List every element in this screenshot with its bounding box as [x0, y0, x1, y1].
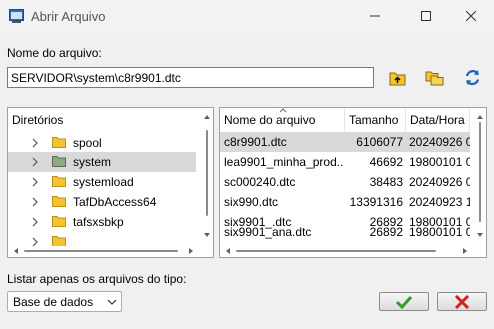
folder-up-icon [389, 72, 406, 86]
maximize-icon [421, 11, 431, 21]
ok-button[interactable] [379, 292, 429, 311]
file-row[interactable]: lea9901_minha_prod... 46692 19800101 00 [220, 152, 470, 172]
scroll-thumb[interactable] [24, 250, 178, 252]
maximize-button[interactable] [403, 0, 449, 32]
file-row[interactable]: sc000240.dtc 38483 20240926 09 [220, 172, 470, 192]
chevron-right-icon [32, 138, 38, 148]
column-header-label: Nome do arquivo [224, 113, 316, 127]
column-header-name[interactable]: Nome do arquivo [220, 108, 345, 131]
chevron-right-icon [32, 217, 38, 227]
browse-folders-button[interactable] [424, 68, 446, 88]
scroll-thumb[interactable] [236, 250, 436, 252]
file-date: 19800101 00 [409, 155, 470, 169]
chevron-down-icon [107, 299, 117, 305]
file-row[interactable]: six990.dtc 13391316 20240923 11 [220, 192, 470, 212]
column-header-label: Tamanho [349, 113, 399, 127]
file-size: 13391316 [349, 195, 403, 209]
scroll-thumb[interactable] [206, 130, 208, 216]
file-date: 20240926 09 [409, 175, 470, 189]
column-header-date[interactable]: Data/Hora [406, 108, 470, 131]
file-date: 20240923 11 [409, 195, 470, 209]
scroll-up-arrow-icon [477, 115, 483, 119]
column-header-size[interactable]: Tamanho [345, 108, 406, 131]
filename-label: Nome do arquivo: [7, 46, 102, 60]
scroll-thumb[interactable] [479, 122, 481, 222]
close-button[interactable] [448, 0, 494, 32]
filename-input[interactable] [7, 67, 374, 88]
scroll-left-arrow-icon [226, 248, 230, 254]
title-bar: Abrir Arquivo [0, 0, 494, 32]
file-size: 46692 [369, 155, 403, 169]
file-size: 38483 [369, 175, 403, 189]
directory-tree[interactable]: Diretórios spool system systemload TafDb… [7, 107, 214, 258]
tree-item-spool[interactable]: spool [8, 133, 196, 153]
tree-item-label: system [73, 155, 112, 169]
folders-icon [425, 71, 444, 86]
tree-item-label: spool [73, 136, 102, 150]
chevron-right-icon [32, 157, 38, 167]
tree-item-partial [8, 232, 203, 246]
chevron-right-icon [32, 177, 38, 187]
tree-item-label: tafsxsbkp [73, 215, 124, 229]
file-list[interactable]: Nome do arquivo Tamanho Data/Hora c8r990… [219, 107, 487, 258]
tree-horizontal-scrollbar[interactable] [8, 245, 201, 257]
file-date: 19800101 00 [409, 225, 470, 239]
tree-item-systemload[interactable]: systemload [8, 172, 196, 192]
parent-folder-button[interactable] [387, 68, 409, 88]
tree-item-label: TafDbAccess64 [73, 195, 157, 209]
tree-item-tafsxsbkp[interactable]: tafsxsbkp [8, 212, 196, 232]
refresh-button[interactable] [462, 68, 484, 88]
sort-ascending-icon [279, 108, 287, 113]
file-vertical-scrollbar[interactable] [474, 108, 486, 245]
tree-item-tafdbaccess64[interactable]: TafDbAccess64 [8, 192, 196, 212]
refresh-icon [465, 70, 480, 86]
file-size: 6106077 [356, 135, 403, 149]
scroll-up-arrow-icon [204, 115, 210, 119]
scroll-down-arrow-icon [204, 233, 210, 237]
file-row[interactable]: six9901_ana.dtc 26892 19800101 00 [220, 222, 470, 242]
file-name: six990.dtc [224, 195, 279, 209]
scroll-right-arrow-icon [463, 248, 467, 254]
check-icon [395, 295, 413, 309]
file-name: sc000240.dtc [224, 175, 296, 189]
file-name: c8r9901.dtc [224, 135, 287, 149]
cancel-x-icon [454, 294, 470, 309]
folder-icon [52, 176, 66, 187]
column-header-label: Data/Hora [410, 113, 465, 127]
file-date: 20240926 09 [409, 135, 470, 149]
scroll-down-arrow-icon [477, 233, 483, 237]
tree-item-system[interactable]: system [8, 152, 196, 172]
file-type-select[interactable]: Base de dados [7, 291, 122, 312]
tree-title: Diretórios [12, 113, 64, 127]
file-type-value: Base de dados [13, 295, 94, 309]
file-name: lea9901_minha_prod... [224, 155, 344, 169]
file-row[interactable]: c8r9901.dtc 6106077 20240926 09 [220, 132, 470, 152]
minimize-button[interactable] [352, 0, 398, 32]
filter-label: Listar apenas os arquivos do tipo: [7, 272, 187, 286]
folder-icon [52, 196, 66, 207]
file-name: six9901_ana.dtc [224, 225, 312, 239]
folder-icon [52, 137, 66, 148]
window-title: Abrir Arquivo [31, 9, 106, 24]
file-horizontal-scrollbar[interactable] [220, 245, 474, 257]
cancel-button[interactable] [437, 292, 487, 311]
scroll-left-arrow-icon [14, 248, 18, 254]
app-window-icon [9, 9, 24, 23]
minimize-icon [370, 15, 380, 17]
folder-icon [52, 156, 66, 167]
scroll-right-arrow-icon [189, 248, 193, 254]
chevron-right-icon [32, 197, 38, 207]
folder-icon [52, 216, 66, 227]
tree-vertical-scrollbar[interactable] [201, 108, 213, 245]
tree-item-label: systemload [73, 175, 134, 189]
close-icon [466, 11, 476, 21]
file-size: 26892 [369, 225, 403, 239]
